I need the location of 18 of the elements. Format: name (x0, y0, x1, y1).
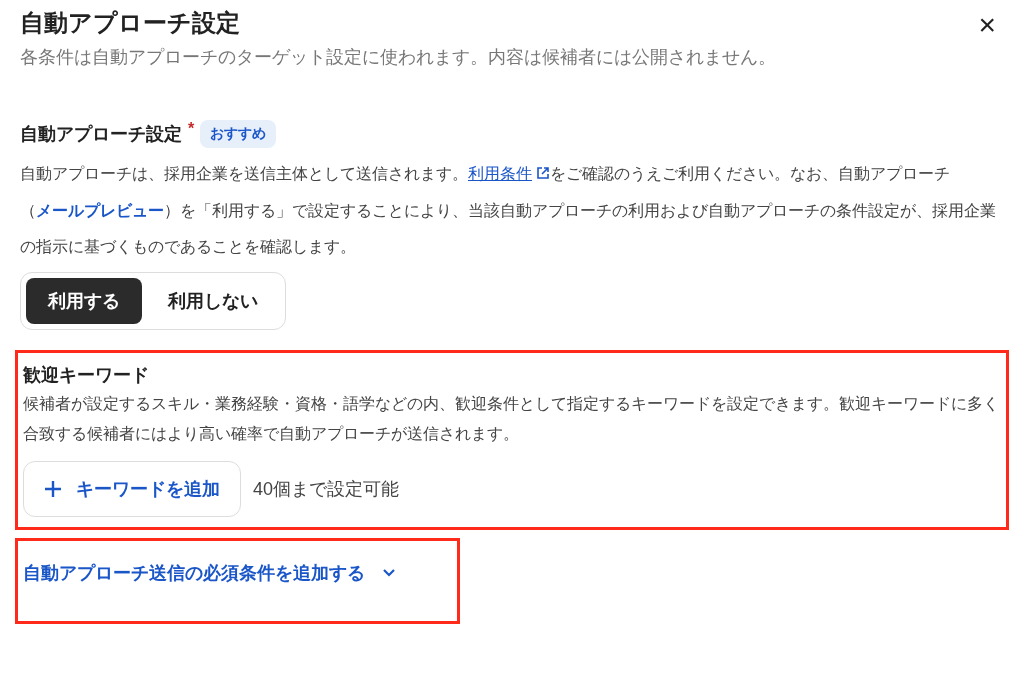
toggle-option[interactable]: 利用する (26, 277, 142, 324)
section-label: 自動アプローチ設定 (20, 123, 182, 146)
section-description: 候補者が設定するスキル・業務経験・資格・語学などの内、歓迎条件として指定するキーワードを設定できます。歓迎キーワードに多く合致する候補者にはより高い確率で自動アプローチが送信されます。 (23, 393, 1000, 444)
dialog-title: 自動アプローチ設定 (20, 8, 240, 38)
add-keyword-button[interactable]: キーワードを追加 (23, 460, 241, 517)
required-mark: * (188, 120, 195, 138)
toggle-option[interactable]: 利用しない (146, 277, 280, 324)
close-button[interactable]: × (970, 10, 1004, 40)
plus-icon (44, 479, 62, 498)
recommended-badge: おすすめ (200, 120, 277, 148)
section-label: 歓迎キーワード (23, 363, 150, 387)
terms-link[interactable]: 利用条件 (468, 165, 550, 182)
dialog-subtitle: 各条件は自動アプローチのターゲット設定に使われます。内容は候補者には公開されません。 (20, 46, 777, 69)
limit-note: 40個まで設定可能 (253, 477, 400, 501)
external-link-icon (536, 166, 550, 180)
mail-preview-link[interactable]: メールプレビュー (36, 201, 164, 219)
terms-paragraph: 自動アプローチは、採用企業を送信主体として送信されます。利用条件 をご確認のうえご利用ください。なお、自動アプローチ（メールプレビュー）を「利用する」で設定することにより、当該自動アプローチの利用および自動アプローチの条件設定が、採用企業の指示に基づくものであることを確認します。 (20, 164, 997, 257)
expand-toggle[interactable]: 自動アプローチ送信の必須条件を追加する (23, 560, 397, 585)
